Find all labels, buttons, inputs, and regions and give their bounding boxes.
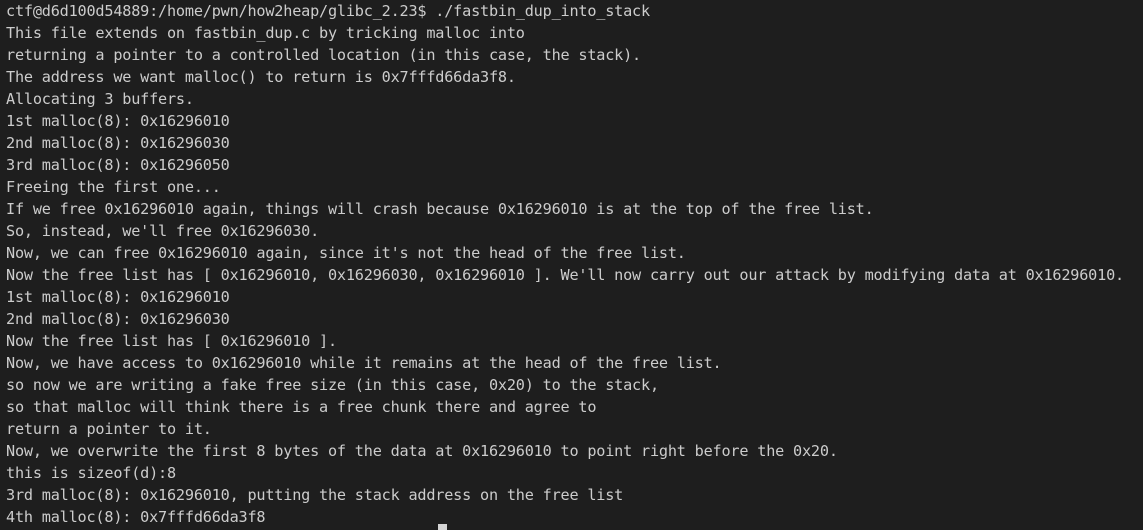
output-line: 2nd malloc(8): 0x16296030 [6, 310, 230, 328]
output-line: Now, we have access to 0x16296010 while … [6, 354, 722, 372]
output-line: If we free 0x16296010 again, things will… [6, 200, 874, 218]
output-line: Now, we can free 0x16296010 again, since… [6, 244, 686, 262]
text-cursor [438, 524, 447, 530]
output-line: returning a pointer to a controlled loca… [6, 46, 641, 64]
output-line: The address we want malloc() to return i… [6, 68, 516, 86]
output-line: 1st malloc(8): 0x16296010 [6, 112, 230, 130]
output-line: 3rd malloc(8): 0x16296010, putting the s… [6, 486, 624, 504]
output-line: 1st malloc(8): 0x16296010 [6, 288, 230, 306]
output-line: This file extends on fastbin_dup.c by tr… [6, 24, 525, 42]
output-line: Now the free list has [ 0x16296010 ]. [6, 332, 337, 350]
terminal-output: ctf@d6d100d54889:/home/pwn/how2heap/glib… [6, 0, 1143, 528]
output-line: Now the free list has [ 0x16296010, 0x16… [6, 266, 1124, 284]
output-line: 3rd malloc(8): 0x16296050 [6, 156, 230, 174]
output-line: 4th malloc(8): 0x7fffd66da3f8 [6, 508, 266, 526]
output-line: Freeing the first one... [6, 178, 221, 196]
output-line: Allocating 3 buffers. [6, 90, 194, 108]
command-prompt-line: ctf@d6d100d54889:/home/pwn/how2heap/glib… [6, 2, 650, 20]
output-line: so that malloc will think there is a fre… [6, 398, 597, 416]
terminal-window[interactable]: ctf@d6d100d54889:/home/pwn/how2heap/glib… [0, 0, 1143, 530]
output-line: 2nd malloc(8): 0x16296030 [6, 134, 230, 152]
output-line: so now we are writing a fake free size (… [6, 376, 659, 394]
output-line: return a pointer to it. [6, 420, 212, 438]
output-line: Now, we overwrite the first 8 bytes of t… [6, 442, 838, 460]
output-line: So, instead, we'll free 0x16296030. [6, 222, 320, 240]
output-line: this is sizeof(d):8 [6, 464, 176, 482]
